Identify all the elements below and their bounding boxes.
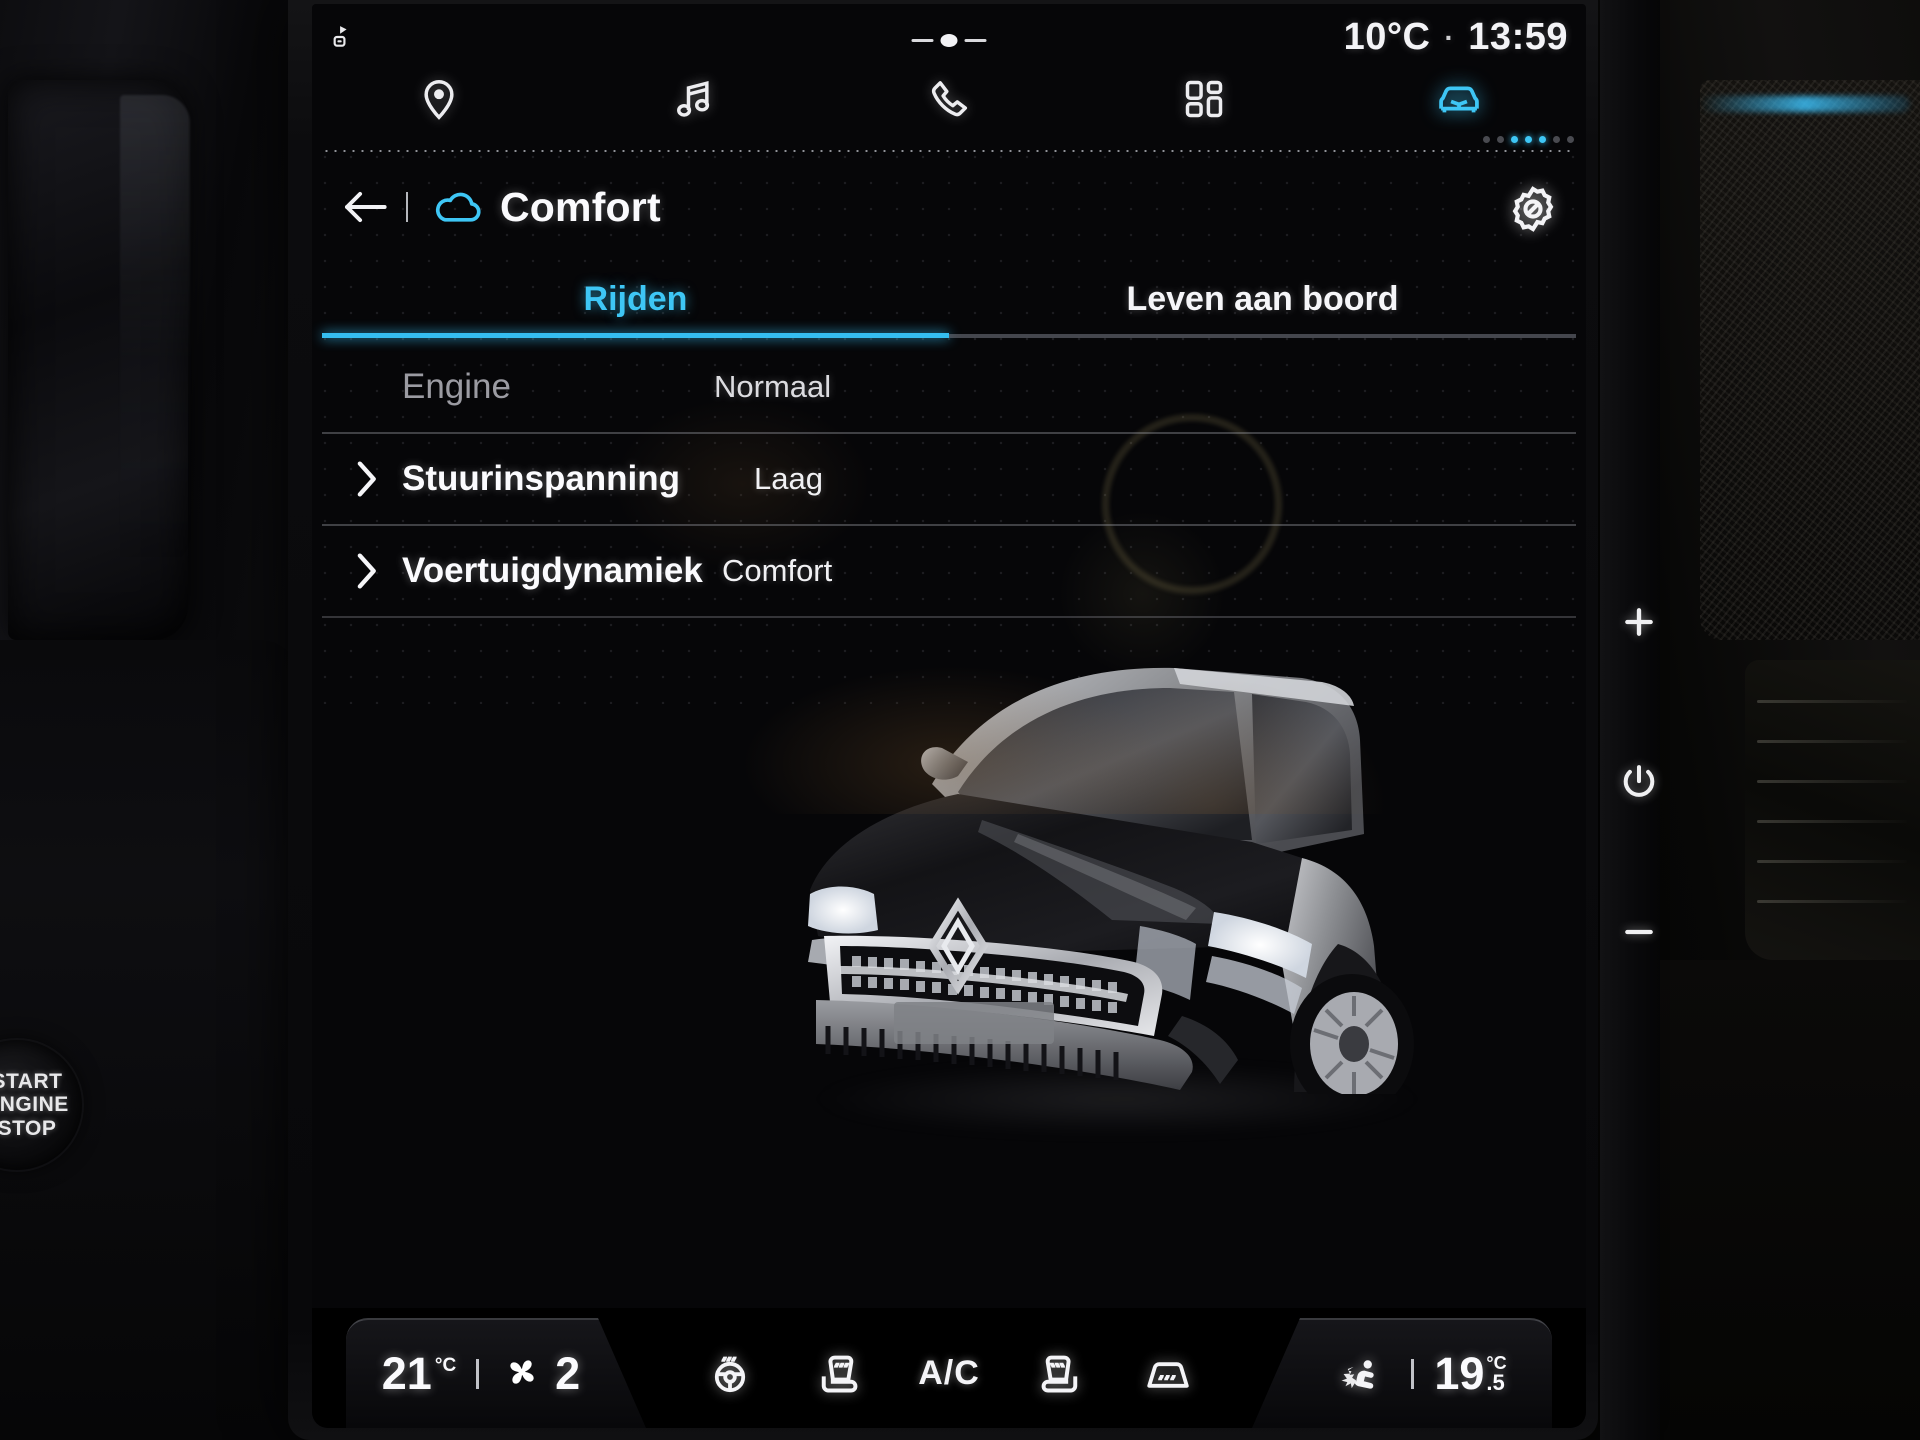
- left-lower-dash-panel: [0, 640, 300, 1440]
- ambient-light-strip: [1700, 96, 1910, 112]
- page-header: Comfort: [312, 164, 1586, 250]
- main-navigation-bar: [312, 66, 1586, 136]
- rear-defrost-icon[interactable]: [1136, 1341, 1200, 1405]
- header-divider: [406, 192, 408, 222]
- car-front-icon: [1434, 74, 1484, 129]
- nav-item-vehicle[interactable]: [1331, 66, 1586, 136]
- nav-item-apps[interactable]: [1076, 66, 1331, 136]
- gear-icon[interactable]: [1504, 180, 1562, 238]
- outside-temperature: 10°C: [1343, 16, 1431, 58]
- start-engine-stop-label: STARTENGINESTOP: [0, 1069, 69, 1140]
- clock-time: 13:59: [1468, 16, 1568, 58]
- volume-down-button[interactable]: [1612, 905, 1666, 959]
- chevron-right-icon: [336, 551, 396, 591]
- right-air-vent: [1745, 660, 1920, 960]
- page-dot: [1567, 136, 1574, 143]
- list-item-value: Normaal: [714, 369, 832, 404]
- tab-bar: Rijden Leven aan boord: [322, 260, 1576, 338]
- page-title: Comfort: [500, 183, 661, 230]
- climate-icon-row: A/C: [672, 1318, 1226, 1428]
- music-note-icon: [672, 77, 716, 126]
- airflow-person-icon[interactable]: [1327, 1342, 1391, 1406]
- chevron-right-icon: [336, 459, 396, 499]
- page-dot: [1497, 136, 1504, 143]
- page-indicator-dots: [1483, 136, 1574, 143]
- list-item-engine: Engine Normaal: [322, 342, 1576, 434]
- heated-seat-right-icon[interactable]: [1027, 1341, 1091, 1405]
- passenger-temp-value: 19: [1434, 1348, 1485, 1399]
- page-dot-active: [1525, 136, 1532, 143]
- page-dot-active: [1539, 136, 1546, 143]
- tab-leven-aan-boord-label: Leven aan boord: [1126, 279, 1399, 318]
- fan-blades-icon: [499, 1349, 545, 1400]
- screen-tilt-handle[interactable]: [911, 34, 987, 47]
- tab-rijden[interactable]: Rijden: [322, 260, 949, 338]
- volume-up-button[interactable]: [1612, 595, 1666, 649]
- tab-rijden-label: Rijden: [583, 279, 688, 318]
- right-speaker-mesh: [1700, 80, 1920, 640]
- driver-climate-pod[interactable]: 21 °C 2: [346, 1318, 646, 1428]
- ac-label: A/C: [918, 1353, 980, 1392]
- status-separator: ·: [1444, 21, 1455, 53]
- driver-temp-unit: °C: [434, 1355, 457, 1376]
- list-item-label: Voertuigdynamiek: [402, 551, 703, 590]
- right-bezel-strip: [1600, 0, 1660, 1440]
- fan-speed-control[interactable]: 2: [499, 1348, 580, 1400]
- left-trim-highlight: [120, 95, 190, 565]
- handle-knob: [940, 34, 958, 47]
- list-item-stuurinspanning[interactable]: Stuurinspanning Laag: [322, 434, 1576, 526]
- list-item-voertuigdynamiek[interactable]: Voertuigdynamiek Comfort: [322, 526, 1576, 618]
- handle-bar-left: [911, 39, 934, 42]
- climate-control-bar: 21 °C 2 A/C 19 °C .5: [312, 1308, 1586, 1428]
- tab-active-underline: [322, 333, 949, 338]
- renault-suv-render: [782, 644, 1422, 1114]
- cloud-icon: [432, 187, 484, 227]
- vehicle-hero-image: [312, 564, 1586, 1294]
- car-illustration: [808, 667, 1414, 1114]
- infotainment-screen: 10°C · 13:59 Comfort Rijden Leven aan bo…: [312, 4, 1586, 1428]
- page-dot: [1483, 136, 1490, 143]
- power-button[interactable]: [1612, 755, 1666, 809]
- passenger-temp-decimal: .5: [1486, 1370, 1505, 1395]
- renault-diamond-logo: [927, 897, 989, 995]
- handle-bar-right: [964, 39, 987, 42]
- climate-pod-divider: [1411, 1359, 1415, 1389]
- nav-item-media[interactable]: [567, 66, 822, 136]
- passenger-temperature[interactable]: 19 °C .5: [1434, 1348, 1506, 1400]
- list-item-label: Engine: [402, 367, 511, 406]
- settings-list: Engine Normaal Stuurinspanning Laag Voer…: [322, 342, 1576, 618]
- nav-item-phone[interactable]: [822, 66, 1077, 136]
- location-pin-icon: [417, 77, 461, 126]
- nav-item-navigation[interactable]: [312, 66, 567, 136]
- driver-temperature[interactable]: 21 °C: [382, 1348, 456, 1400]
- heated-seat-left-icon[interactable]: [808, 1341, 872, 1405]
- status-bar-right: 10°C · 13:59: [1344, 16, 1568, 59]
- navigation-status-icon: [322, 20, 356, 54]
- list-item-value: Comfort: [722, 553, 833, 588]
- apps-grid-icon: [1182, 77, 1226, 126]
- fan-speed-value: 2: [555, 1348, 581, 1399]
- list-item-label: Stuurinspanning: [402, 459, 681, 498]
- driver-temp-value: 21: [381, 1348, 432, 1399]
- page-dot: [1553, 136, 1560, 143]
- climate-pod-divider: [476, 1359, 480, 1389]
- page-dot-active: [1511, 136, 1518, 143]
- status-bar: 10°C · 13:59: [312, 4, 1586, 66]
- back-arrow-icon[interactable]: [338, 180, 392, 234]
- passenger-climate-pod[interactable]: 19 °C .5: [1252, 1318, 1552, 1428]
- ac-toggle-button[interactable]: A/C: [917, 1341, 981, 1405]
- list-item-value: Laag: [754, 461, 823, 496]
- tab-leven-aan-boord[interactable]: Leven aan boord: [949, 260, 1576, 338]
- heated-steering-wheel-icon[interactable]: [698, 1341, 762, 1405]
- header-dotted-separator: [322, 150, 1576, 152]
- tab-inactive-underline: [949, 334, 1576, 338]
- phone-handset-icon: [927, 77, 971, 126]
- vehicle-ground-shadow: [817, 1064, 1417, 1134]
